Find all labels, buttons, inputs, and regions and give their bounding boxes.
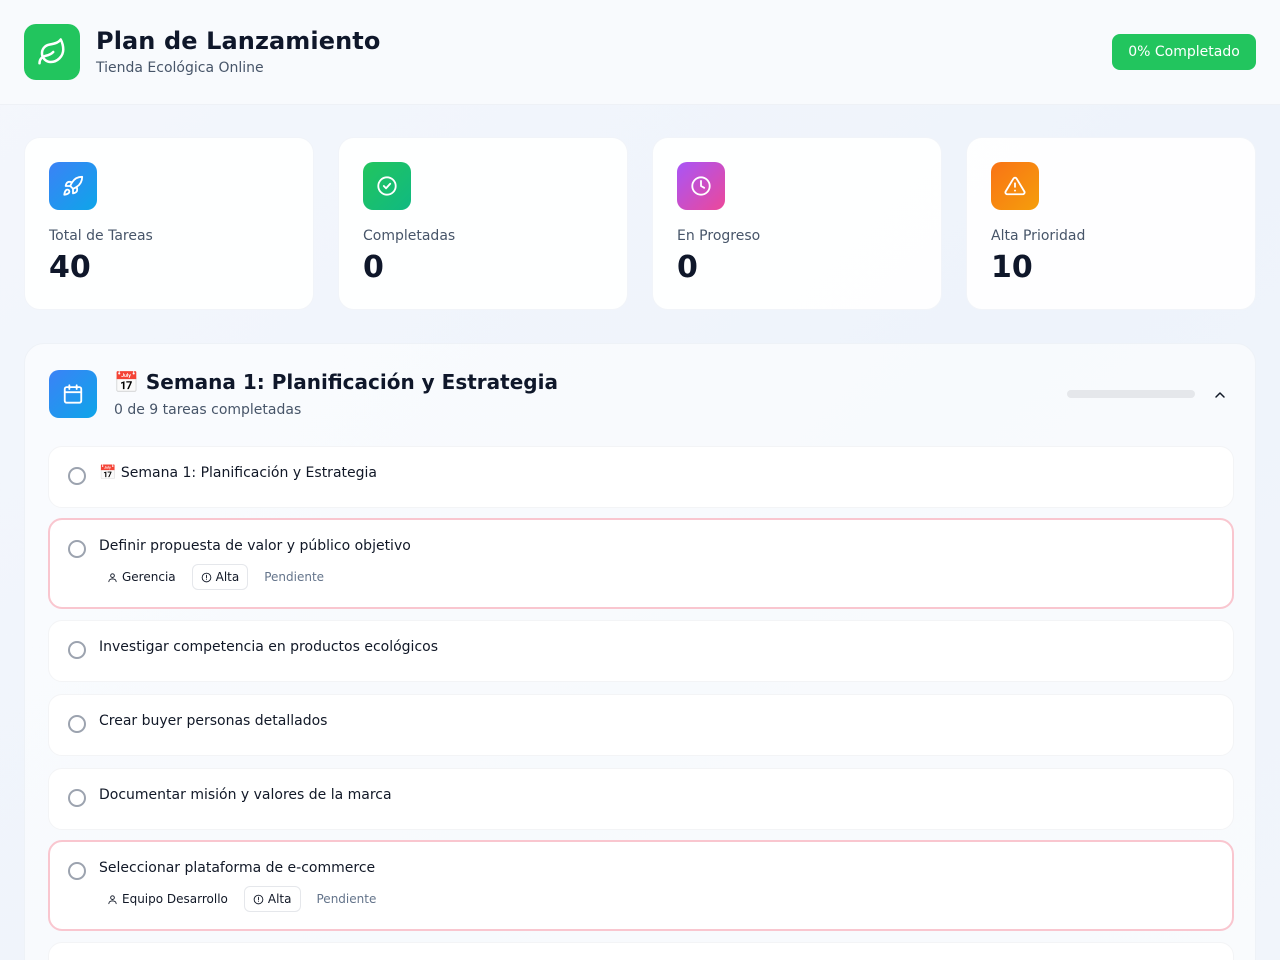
leaf-icon	[24, 24, 80, 80]
app-header: Plan de Lanzamiento Tienda Ecológica Onl…	[0, 0, 1280, 105]
task-title: Documentar misión y valores de la marca	[99, 787, 392, 803]
task-item[interactable]: Crear buyer personas detallados	[48, 694, 1234, 756]
task-title: 📅 Semana 1: Planificación y Estrategia	[99, 465, 377, 481]
calendar-icon	[49, 370, 97, 418]
task-owner: Equipo Desarrollo	[99, 886, 236, 912]
task-meta: Equipo Desarrollo Alta Pendiente	[99, 886, 384, 912]
alert-triangle-icon	[991, 162, 1039, 210]
stat-card-high-priority: Alta Prioridad 10	[966, 137, 1256, 310]
task-item[interactable]: 📅 Semana 1: Planificación y Estrategia	[48, 446, 1234, 508]
task-checkbox[interactable]	[68, 862, 86, 880]
priority-badge: Alta	[191, 564, 249, 590]
priority-label: Alta	[267, 892, 292, 906]
chevron-up-icon	[1212, 387, 1228, 403]
page-title: Plan de Lanzamiento	[96, 27, 381, 55]
stat-label: Completadas	[363, 228, 456, 244]
task-meta: Gerencia Alta Pendiente	[99, 564, 332, 590]
week-panel: 📅 Semana 1: Planificación y Estrategia 0…	[24, 343, 1256, 960]
task-item[interactable]: Seleccionar plataforma de e-commerce Equ…	[48, 840, 1234, 931]
task-title: Crear buyer personas detallados	[99, 713, 328, 729]
task-checkbox[interactable]	[68, 715, 86, 733]
alert-circle-icon	[253, 894, 264, 905]
alert-circle-icon	[201, 572, 212, 583]
stat-card-total: Total de Tareas 40	[24, 137, 314, 310]
page-subtitle: Tienda Ecológica Online	[96, 60, 264, 76]
task-item[interactable]: Definir propuesta de valor y público obj…	[48, 518, 1234, 609]
check-circle-icon	[363, 162, 411, 210]
task-checkbox[interactable]	[68, 641, 86, 659]
task-checkbox[interactable]	[68, 467, 86, 485]
status-label: Pendiente	[264, 570, 325, 584]
stat-label: En Progreso	[677, 228, 761, 244]
stat-value: 10	[991, 250, 1033, 285]
week-title: 📅 Semana 1: Planificación y Estrategia	[114, 370, 558, 394]
task-checkbox[interactable]	[68, 789, 86, 807]
task-owner: Gerencia	[99, 564, 184, 590]
rocket-icon	[49, 162, 97, 210]
priority-label: Alta	[215, 570, 240, 584]
status-label: Pendiente	[316, 892, 377, 906]
user-icon	[107, 572, 118, 583]
progress-badge: 0% Completado	[1112, 34, 1256, 70]
task-owner-label: Gerencia	[122, 570, 176, 584]
week-progress-bar	[1067, 390, 1195, 398]
stat-label: Total de Tareas	[49, 228, 153, 244]
task-checkbox[interactable]	[68, 540, 86, 558]
stat-card-in-progress: En Progreso 0	[652, 137, 942, 310]
stat-label: Alta Prioridad	[991, 228, 1086, 244]
clock-icon	[677, 162, 725, 210]
stat-value: 0	[677, 250, 698, 285]
stat-card-completed: Completadas 0	[338, 137, 628, 310]
task-title: Seleccionar plataforma de e-commerce	[99, 860, 376, 876]
task-item[interactable]: Documentar misión y valores de la marca	[48, 768, 1234, 830]
collapse-button[interactable]	[1207, 382, 1233, 408]
priority-badge: Alta	[243, 886, 301, 912]
stat-value: 40	[49, 250, 91, 285]
user-icon	[107, 894, 118, 905]
week-summary: 0 de 9 tareas completadas	[114, 402, 302, 418]
task-item[interactable]: Investigar competencia en productos ecol…	[48, 620, 1234, 682]
task-owner-label: Equipo Desarrollo	[122, 892, 228, 906]
task-title: Definir propuesta de valor y público obj…	[99, 538, 411, 554]
task-item[interactable]	[48, 942, 1234, 960]
task-title: Investigar competencia en productos ecol…	[99, 639, 438, 655]
stat-value: 0	[363, 250, 384, 285]
